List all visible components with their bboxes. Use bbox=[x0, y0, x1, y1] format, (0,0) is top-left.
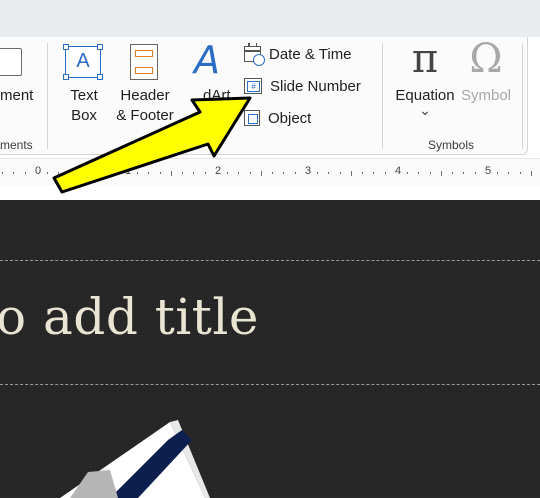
ruler-tick bbox=[317, 172, 318, 174]
symbol-label: Symbol bbox=[460, 87, 512, 104]
ruler-tick bbox=[452, 172, 453, 174]
title-placeholder-bottom-edge bbox=[0, 384, 540, 385]
slide-number-label: Slide Number bbox=[270, 77, 361, 95]
ruler-tick bbox=[474, 172, 476, 174]
ruler-tick bbox=[508, 172, 510, 174]
partial-left-button[interactable]: ment bbox=[0, 44, 40, 128]
date-time-label: Date & Time bbox=[269, 45, 352, 63]
equation-button[interactable]: π Equation ⌄ bbox=[390, 36, 460, 128]
ruler-tick bbox=[339, 172, 341, 174]
ruler-tick bbox=[362, 172, 363, 174]
envelope-graphic[interactable] bbox=[0, 400, 220, 498]
partial-left-label: ment bbox=[0, 87, 34, 104]
ruler-tick bbox=[519, 172, 521, 174]
yellow-arrow-annotation bbox=[52, 96, 252, 194]
ruler-tick bbox=[530, 170, 532, 176]
symbol-button[interactable]: Ω Symbol bbox=[458, 36, 514, 128]
symbols-group-label: Symbols bbox=[428, 138, 475, 152]
ruler-tick bbox=[272, 172, 273, 174]
pi-icon: π bbox=[411, 36, 439, 82]
ruler-tick bbox=[418, 172, 420, 174]
ruler-tick bbox=[13, 172, 15, 174]
title-bar-strip bbox=[0, 0, 540, 37]
ruler-tick bbox=[407, 172, 408, 174]
group-divider bbox=[522, 43, 523, 149]
ruler-number: 5 bbox=[485, 165, 492, 177]
ruler-number: 4 bbox=[395, 165, 402, 177]
ruler-tick bbox=[384, 172, 386, 174]
ruler-tick bbox=[440, 170, 442, 176]
slide-title-placeholder[interactable]: o add title bbox=[0, 288, 259, 346]
ruler-tick bbox=[497, 172, 498, 174]
ruler-tick bbox=[373, 172, 375, 174]
omega-icon: Ω bbox=[469, 36, 503, 82]
object-label: Object bbox=[268, 109, 312, 127]
ruler-tick bbox=[328, 172, 330, 174]
ruler-number: 3 bbox=[305, 165, 312, 177]
title-placeholder-top-edge bbox=[0, 260, 540, 261]
chevron-down-icon[interactable]: ⌄ bbox=[390, 102, 460, 119]
partial-group-label: ments bbox=[0, 138, 33, 152]
ruler-tick bbox=[283, 172, 285, 174]
ruler-tick bbox=[463, 172, 465, 174]
ruler-tick bbox=[350, 170, 352, 176]
ruler-tick bbox=[294, 172, 296, 174]
group-divider bbox=[382, 43, 383, 149]
partial-left-icon bbox=[0, 48, 22, 76]
ruler-tick bbox=[429, 172, 431, 174]
ruler-tick bbox=[24, 172, 26, 174]
ruler-tick bbox=[2, 172, 3, 174]
